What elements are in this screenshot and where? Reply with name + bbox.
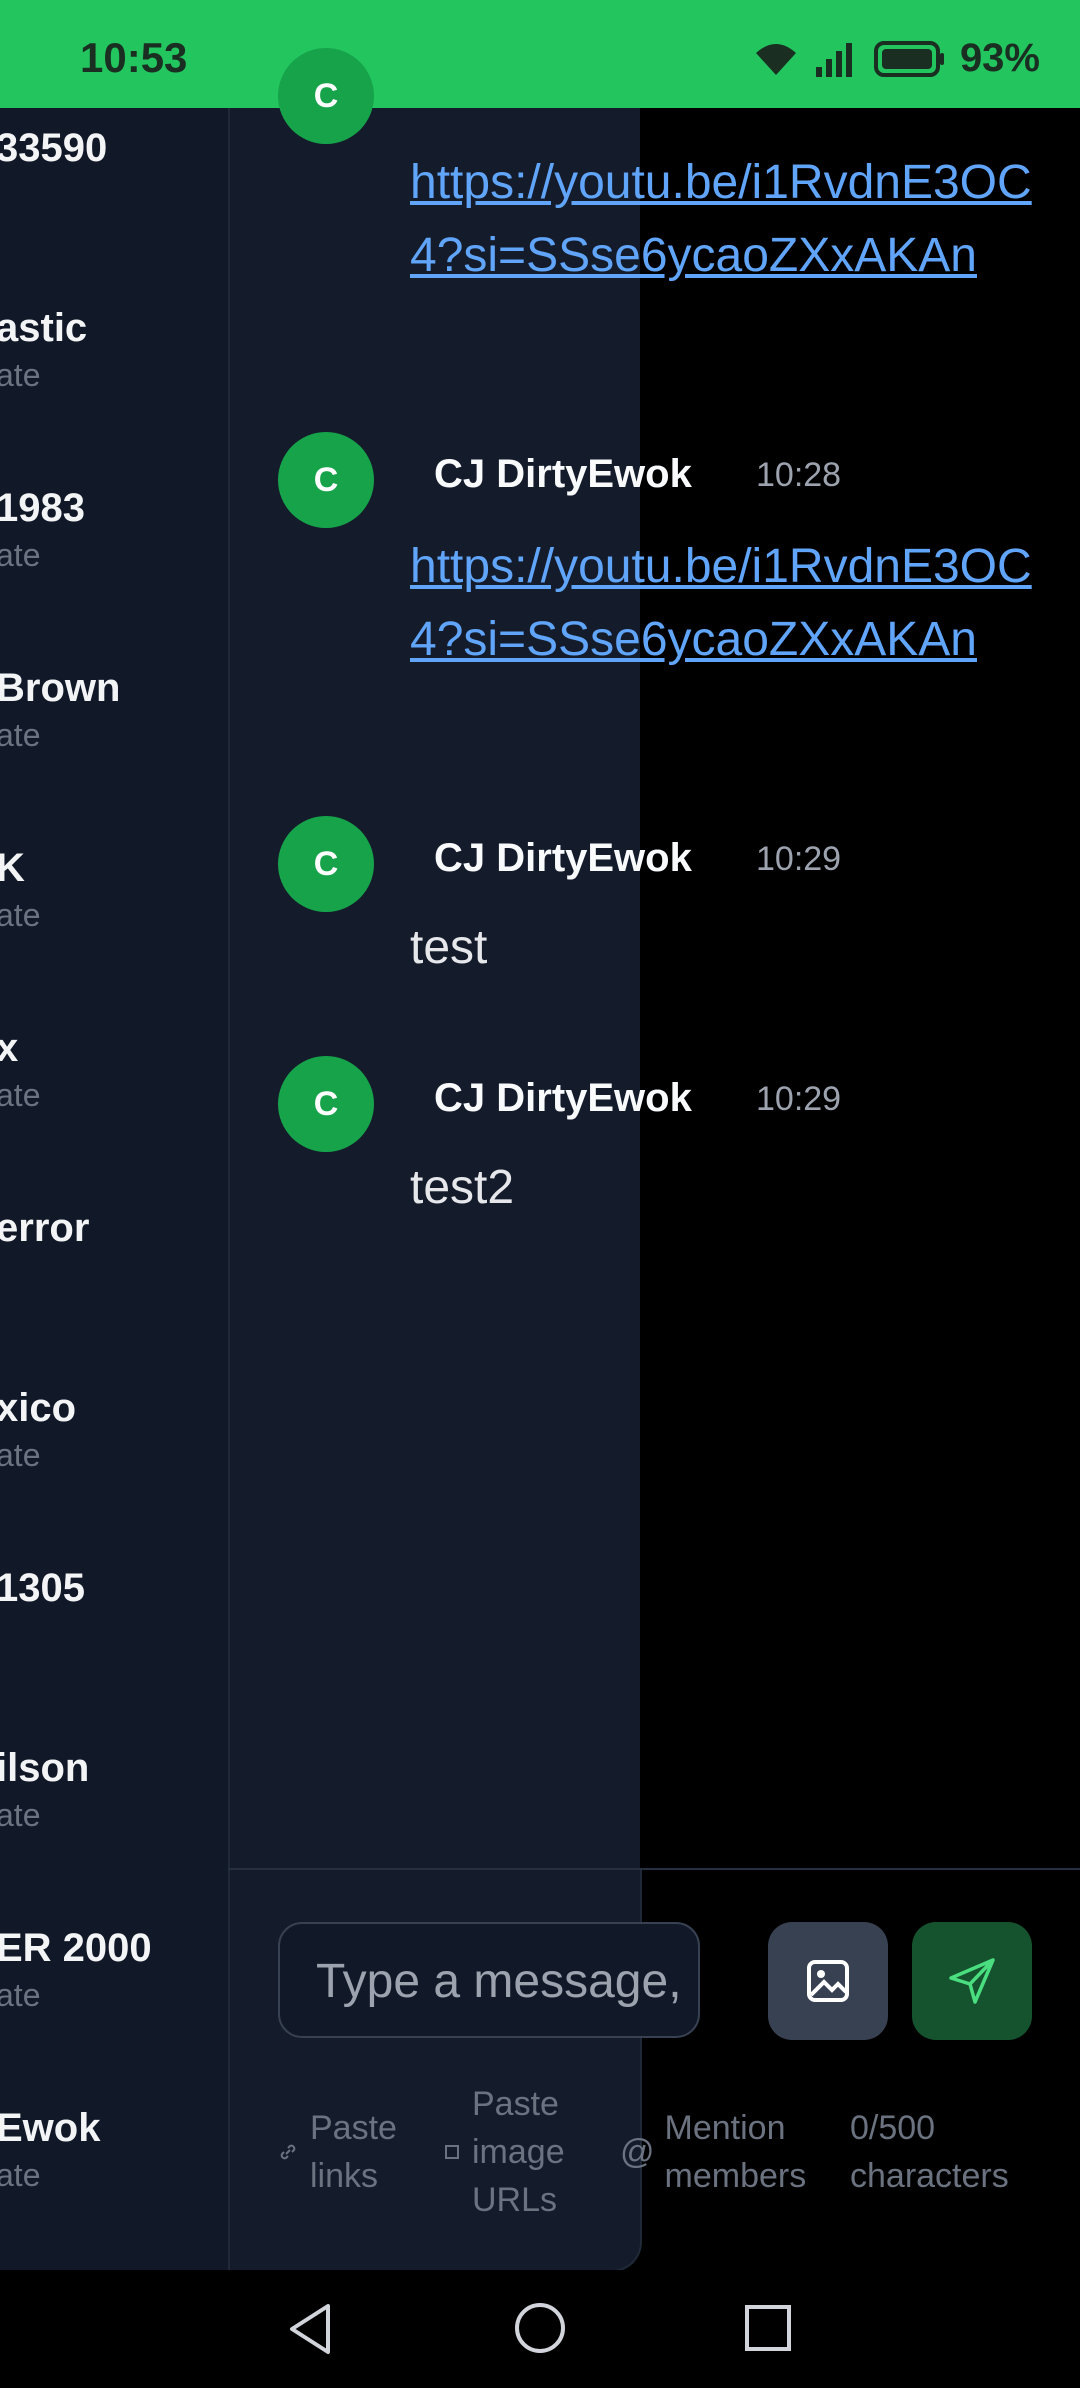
hint-mention-members: @ Mention members	[620, 2104, 845, 2200]
channel-item[interactable]: x ate	[0, 1026, 40, 1114]
image-icon	[445, 2145, 459, 2159]
channel-subtitle: ate	[0, 1977, 41, 2013]
channel-name: K	[0, 846, 25, 890]
channel-name: astic	[0, 306, 88, 350]
channel-name: ilson	[0, 1746, 90, 1790]
channel-subtitle: ate	[0, 717, 41, 753]
hint-text: Paste links	[310, 2109, 397, 2195]
avatar: C	[278, 1056, 374, 1152]
status-bar: 10:53 93%	[0, 0, 1080, 108]
message-author[interactable]: CJ DirtyEwok	[434, 452, 692, 497]
channel-name: ER 2000	[0, 1926, 152, 1970]
hint-paste-links: Paste links	[278, 2104, 420, 2200]
channel-subtitle: ate	[0, 537, 41, 573]
channel-item[interactable]: xico ate	[0, 1386, 76, 1474]
channel-name: 1305	[0, 1566, 85, 1610]
message-avatar: C	[278, 816, 374, 912]
hint-text: Paste image URLs	[472, 2085, 565, 2219]
channel-subtitle: ate	[0, 1077, 41, 1113]
char-counter: 0/500 characters	[850, 2109, 1009, 2195]
send-button[interactable]	[912, 1922, 1032, 2040]
message-time: 10:28	[756, 456, 842, 494]
avatar: C	[278, 48, 374, 144]
channel-name: Brown	[0, 666, 121, 710]
send-icon	[949, 1958, 995, 2004]
channel-item[interactable]: Ewok ate	[0, 2106, 100, 2194]
channel-item[interactable]: ER 2000 ate	[0, 1926, 152, 2014]
chat-overflow-area	[640, 108, 1080, 1870]
message-text: test	[410, 921, 488, 974]
channel-subtitle: ate	[0, 1797, 41, 1833]
link-icon	[280, 2144, 296, 2160]
home-nav-icon[interactable]	[514, 2302, 566, 2354]
hint-paste-image-urls: Paste image URLs	[444, 2080, 582, 2224]
message-text: test2	[410, 1161, 515, 1214]
wifi-icon	[755, 43, 796, 75]
attach-image-button[interactable]	[768, 1922, 888, 2040]
message: C	[278, 48, 374, 144]
message-author[interactable]: CJ DirtyEwok	[434, 1076, 692, 1121]
avatar: C	[278, 816, 374, 912]
message-input[interactable]: Type a message,	[278, 1922, 700, 2038]
channel-name: error	[0, 1206, 90, 1250]
hint-text: Mention members	[664, 2109, 807, 2195]
channel-name: Ewok	[0, 2106, 101, 2150]
navigation-bar	[0, 2270, 1080, 2388]
channel-name: 1983	[0, 486, 85, 530]
channel-subtitle: ate	[0, 897, 41, 933]
signal-icon	[815, 42, 852, 77]
message-author[interactable]: CJ DirtyEwok	[434, 836, 692, 881]
channel-name: xico	[0, 1386, 77, 1430]
message-placeholder: Type a message,	[316, 1955, 682, 2008]
channel-subtitle: ate	[0, 1437, 41, 1473]
channel-item[interactable]: 1983 ate	[0, 486, 85, 574]
message-time: 10:29	[756, 1080, 842, 1118]
at-icon: @	[620, 2132, 655, 2171]
message-link[interactable]: https://youtu.be/i1RvdnE3OC4?si=SSse6yca…	[410, 530, 1050, 676]
battery-percent: 93%	[959, 36, 1040, 80]
channel-item[interactable]: error	[0, 1206, 89, 1251]
message-avatar: C	[278, 432, 374, 528]
channel-item[interactable]: Brown ate	[0, 666, 120, 754]
channel-subtitle: ate	[0, 357, 41, 393]
channel-list[interactable]: 33590 astic ate 1983 ate Brown ate K ate…	[0, 108, 228, 2270]
channel-name: x	[0, 1026, 19, 1070]
back-nav-icon[interactable]	[288, 2302, 332, 2356]
composer-divider	[228, 1868, 1080, 1870]
channel-item[interactable]: ilson ate	[0, 1746, 89, 1834]
battery-icon	[873, 40, 944, 77]
channel-item[interactable]: astic ate	[0, 306, 87, 394]
status-icons: 93%	[752, 36, 1040, 81]
message-link[interactable]: https://youtu.be/i1RvdnE3OC4?si=SSse6yca…	[410, 146, 1050, 292]
avatar: C	[278, 432, 374, 528]
recents-nav-icon[interactable]	[744, 2304, 792, 2352]
status-time: 10:53	[80, 34, 188, 81]
channel-item[interactable]: 1305	[0, 1566, 85, 1611]
channel-item[interactable]: K ate	[0, 846, 40, 934]
message-avatar: C	[278, 1056, 374, 1152]
channel-item[interactable]: 33590	[0, 126, 107, 171]
channel-subtitle: ate	[0, 2157, 41, 2193]
channel-name: 33590	[0, 126, 108, 170]
message-time: 10:29	[756, 840, 842, 878]
image-icon	[807, 1960, 849, 2002]
